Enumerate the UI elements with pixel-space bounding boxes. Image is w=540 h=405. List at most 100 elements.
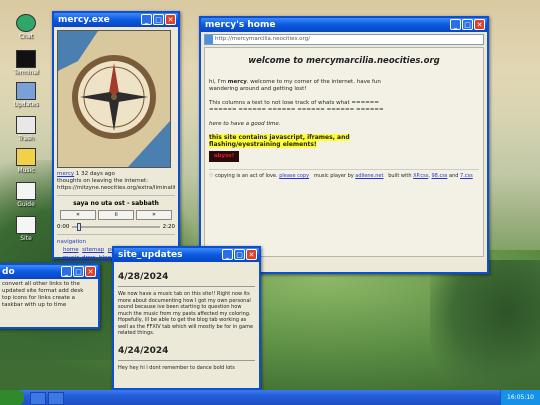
minimize-button[interactable]: _ <box>450 19 461 30</box>
columns-line2: ====== ====== ====== ====== ====== =====… <box>209 107 384 113</box>
desktop-icon-site[interactable]: Site <box>8 216 44 242</box>
window-title: site_updates <box>118 250 183 260</box>
columns-line1: This columns a test to not lose track of… <box>209 100 380 106</box>
nav-music-drew-link[interactable]: music_drew <box>63 255 96 261</box>
maximize-button[interactable]: □ <box>153 14 164 25</box>
intro-name: mercy <box>227 79 247 85</box>
footer-built: built with <box>388 173 414 179</box>
notepad-icon <box>16 182 36 200</box>
update-date: 4/28/2024 <box>118 272 169 282</box>
clock: 16:05:10 <box>500 390 540 405</box>
window-title: do <box>2 267 15 277</box>
intro-post: . welcome to my corner of the internet. … <box>246 79 381 85</box>
home-window: mercy's home _ □ ✕ http://mercymarcilia.… <box>199 16 489 274</box>
desktop-icon-guide[interactable]: Guide <box>8 182 44 208</box>
desktop-icon-label: Site <box>20 235 32 242</box>
nav-label: navigation <box>57 239 87 245</box>
todo-titlebar[interactable]: do _ □ ✕ <box>0 265 98 279</box>
prev-button[interactable]: « <box>60 210 96 220</box>
close-button[interactable]: ✕ <box>246 249 257 260</box>
minimize-button[interactable]: _ <box>61 266 72 277</box>
desktop-icon-chat[interactable]: Chat <box>8 14 44 40</box>
update-text: We now have a music tab on this site!! R… <box>118 291 254 336</box>
site-updates-window: site_updates _ □ ✕ 4/28/2024 We now have… <box>112 246 261 390</box>
close-button[interactable]: ✕ <box>474 19 485 30</box>
footer: ♡ copying is an act of love. please copy… <box>209 169 479 180</box>
address-text: http://mercymarcilia.neocities.org/ <box>215 36 310 42</box>
terminal-icon <box>16 50 36 68</box>
seek-row: 0:00 2:20 <box>57 223 175 231</box>
maximize-button[interactable]: □ <box>234 249 245 260</box>
window-title: mercy's home <box>205 20 276 30</box>
nav-sitemap-link[interactable]: sitemap <box>82 247 104 253</box>
minimize-button[interactable]: _ <box>141 14 152 25</box>
welcome-heading: welcome to mercymarcilia.neocities.org <box>248 56 440 66</box>
taskbar-item-home[interactable] <box>48 392 64 405</box>
desktop-icon-label: Trash <box>18 135 34 142</box>
desktop-icon-music[interactable]: Music <box>8 148 44 174</box>
nav-blog-link[interactable]: blog <box>99 255 111 261</box>
address-bar[interactable]: http://mercymarcilia.neocities.org/ <box>204 34 484 45</box>
status-user-link[interactable]: mercy <box>57 171 74 177</box>
desktop-icon-label: Guide <box>17 201 35 208</box>
nav-home-link[interactable]: home <box>63 247 79 253</box>
computer-icon <box>16 82 36 100</box>
status-block: mercy 1 32 days ago thoughts on leaving … <box>54 171 178 192</box>
page-icon <box>16 216 36 234</box>
status-link[interactable]: https://mitzyne.neocities.org/extra/limi… <box>57 185 175 192</box>
warning-text: this site contains javascript, iframes, … <box>209 134 479 148</box>
time-current: 0:00 <box>57 224 70 230</box>
xp-css-link[interactable]: XP.css <box>413 173 428 179</box>
desktop-icon-label: Updates <box>13 101 39 108</box>
updates-body[interactable]: 4/28/2024 We now have a music tab on thi… <box>114 262 259 384</box>
home-content: welcome to mercymarcilia.neocities.org h… <box>204 47 484 257</box>
update-text: Hey hey hi i dont remember to dance bold… <box>118 364 235 371</box>
seek-thumb[interactable] <box>76 223 81 231</box>
pause-button[interactable]: ॥ <box>98 210 134 220</box>
wallpaper-trees-right <box>430 260 540 390</box>
todo-text: convert all other links to the updated s… <box>2 281 84 308</box>
desktop-icon-label: Terminal <box>13 69 39 76</box>
taskbar-item-mercy-exe[interactable] <box>30 392 46 405</box>
status-text: thoughts on leaving the internet: <box>57 178 149 184</box>
intro-pre: hi, I'm <box>209 79 228 85</box>
intro-text: hi, I'm mercy. welcome to my corner of t… <box>209 79 479 86</box>
music-player: saya no uta ost - sabbath « ॥ » 0:00 2:2… <box>57 195 175 231</box>
desktop-icon-trash[interactable]: Trash <box>8 116 44 142</box>
desktop-icon-updates[interactable]: Updates <box>8 82 44 108</box>
desktop-icon-label: Music <box>17 167 35 174</box>
compass-illustration <box>58 31 170 167</box>
chat-icon <box>16 14 36 32</box>
next-button[interactable]: » <box>136 210 172 220</box>
site-updates-titlebar[interactable]: site_updates _ □ ✕ <box>114 248 259 262</box>
adilene-link[interactable]: adilene.net <box>355 173 383 179</box>
warning-line2: flashing/eyestraining elements! <box>209 141 317 148</box>
footer-and: and <box>449 173 459 179</box>
7-css-link[interactable]: 7.css <box>460 173 473 179</box>
close-button[interactable]: ✕ <box>165 14 176 25</box>
desktop-icon-label: Chat <box>18 33 34 40</box>
warning-line1: this site contains javascript, iframes, … <box>209 134 350 141</box>
track-title: saya no uta ost - sabbath <box>73 200 159 207</box>
seek-slider[interactable] <box>72 223 160 231</box>
start-button[interactable] <box>0 390 24 405</box>
update-date: 4/24/2024 <box>118 345 169 356</box>
maximize-button[interactable]: □ <box>73 266 84 277</box>
minimize-button[interactable]: _ <box>222 249 233 260</box>
compass-image <box>57 30 171 168</box>
98-css-link[interactable]: 98.css <box>432 173 448 179</box>
mercy-exe-titlebar[interactable]: mercy.exe _ □ ✕ <box>54 13 178 27</box>
footer-music: music player by <box>313 173 356 179</box>
maximize-button[interactable]: □ <box>462 19 473 30</box>
abyss-badge[interactable]: abyss! <box>209 151 239 162</box>
folder-icon <box>16 148 36 166</box>
window-title: mercy.exe <box>58 15 110 25</box>
please-copy-link[interactable]: please copy <box>279 173 309 179</box>
taskbar: 16:05:10 <box>0 390 540 405</box>
intro-line2: wandering around and getting lost! <box>209 86 307 92</box>
desktop-icon-terminal[interactable]: Terminal <box>8 50 44 76</box>
mercy-exe-window: mercy.exe _ □ ✕ mercy 1 32 days ago thou… <box>52 11 180 261</box>
close-button[interactable]: ✕ <box>85 266 96 277</box>
good-time-text: here to have a good time. <box>209 121 281 127</box>
home-titlebar[interactable]: mercy's home _ □ ✕ <box>201 18 487 32</box>
